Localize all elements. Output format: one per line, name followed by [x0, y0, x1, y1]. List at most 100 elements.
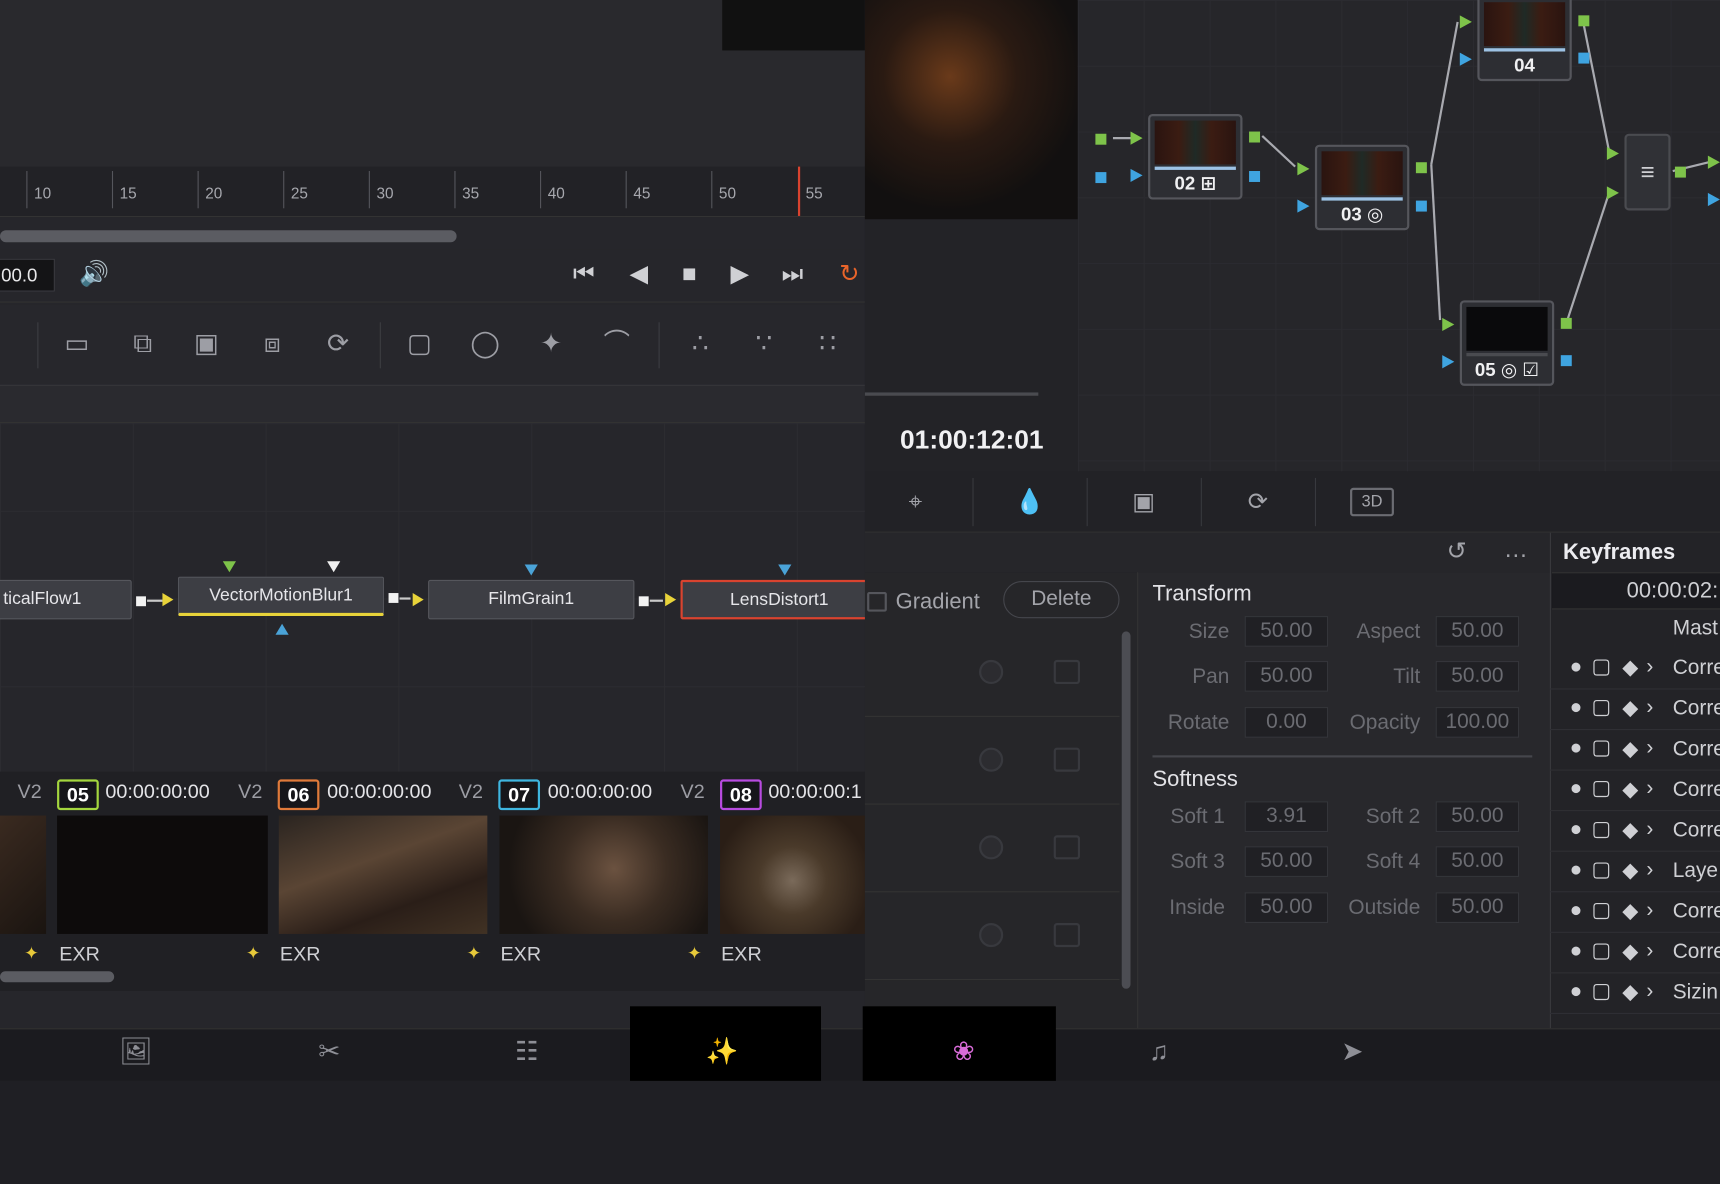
- timeline-scrollbar[interactable]: [0, 230, 457, 243]
- clip-thumbnail[interactable]: [57, 815, 268, 934]
- keyframe-row[interactable]: ● ▢ ◆ › Corre: [1549, 892, 1720, 933]
- color-node-04[interactable]: 04: [1477, 0, 1572, 82]
- enable-dot-icon[interactable]: ●: [1570, 656, 1583, 680]
- blur-icon[interactable]: 💧: [1008, 482, 1052, 521]
- edit-page-icon[interactable]: ☷: [507, 1033, 547, 1072]
- param-value[interactable]: 50.00: [1244, 846, 1329, 877]
- lock-icon[interactable]: ▢: [1592, 857, 1612, 882]
- lock-icon[interactable]: ▢: [1592, 817, 1612, 842]
- stop-icon[interactable]: ■: [670, 254, 710, 293]
- expand-icon[interactable]: ›: [1646, 656, 1653, 680]
- rectangle-mask-icon[interactable]: ▢: [400, 324, 440, 363]
- param-value[interactable]: 3.91: [1244, 801, 1329, 833]
- color-node-05[interactable]: 05 ◎ ☑: [1459, 300, 1555, 386]
- expand-icon[interactable]: ›: [1646, 818, 1653, 842]
- expand-icon[interactable]: ›: [1646, 939, 1653, 963]
- go-to-end-icon[interactable]: ⏭: [773, 254, 813, 293]
- keyframe-diamond-icon[interactable]: ◆: [1622, 939, 1638, 964]
- key-icon[interactable]: ▣: [1122, 482, 1166, 521]
- volume-icon[interactable]: 🔊: [75, 254, 115, 293]
- expand-icon[interactable]: ›: [1646, 737, 1653, 761]
- clip-thumbnail[interactable]: [0, 815, 47, 934]
- layer-mixer-node[interactable]: ≡: [1624, 133, 1671, 211]
- keyframe-diamond-icon[interactable]: ◆: [1622, 818, 1638, 843]
- enable-dot-icon[interactable]: ●: [1570, 939, 1583, 963]
- time-ruler[interactable]: 10 15 20 25 30 35 40 45 50 55: [0, 166, 865, 218]
- keyframe-row[interactable]: ● ▢ ◆ › Corre: [1549, 811, 1720, 852]
- param-value[interactable]: 100.00: [1435, 707, 1520, 738]
- param-value[interactable]: 50.00: [1435, 801, 1520, 833]
- transform-tool-icon[interactable]: ⟳: [318, 324, 358, 363]
- keyframe-diamond-icon[interactable]: ◆: [1622, 737, 1638, 762]
- particle-style-icon[interactable]: ∷: [808, 324, 848, 363]
- enable-dot-icon[interactable]: ●: [1570, 818, 1583, 842]
- polygon-mask-icon[interactable]: ✦: [531, 324, 571, 363]
- color-node-03[interactable]: 03 ◎: [1314, 144, 1410, 231]
- merge-tool-icon[interactable]: ⧉: [123, 324, 163, 363]
- particle-emitter-icon[interactable]: ∴: [681, 324, 721, 363]
- enable-dot-icon[interactable]: ●: [1570, 696, 1583, 720]
- lock-icon[interactable]: ▢: [1592, 736, 1612, 761]
- expand-icon[interactable]: ›: [1646, 899, 1653, 923]
- param-value[interactable]: 50.00: [1435, 616, 1520, 647]
- expand-icon[interactable]: ›: [1646, 980, 1653, 1004]
- keyframe-row[interactable]: ● ▢ ◆ › Laye: [1549, 852, 1720, 893]
- keyframe-row[interactable]: ● ▢ ◆ › Corre: [1549, 730, 1720, 771]
- enable-dot-icon[interactable]: ●: [1570, 899, 1583, 923]
- playhead[interactable]: [797, 166, 801, 216]
- param-value[interactable]: 0.00: [1244, 707, 1329, 738]
- lock-icon[interactable]: ▢: [1592, 898, 1612, 923]
- 3d-icon[interactable]: 3D: [1350, 487, 1394, 517]
- param-value[interactable]: 50.00: [1435, 661, 1520, 692]
- lock-icon[interactable]: ▢: [1592, 979, 1612, 1004]
- reset-icon[interactable]: ↺: [1447, 537, 1467, 566]
- clip-thumbnail[interactable]: [278, 815, 488, 934]
- color-corrector-tool-icon[interactable]: ▣: [187, 324, 227, 363]
- enable-dot-icon[interactable]: ●: [1570, 980, 1583, 1004]
- keyframe-row[interactable]: ● ▢ ◆ › Corre: [1549, 771, 1720, 812]
- window-list-scrollbar[interactable]: [1121, 631, 1131, 989]
- cut-page-icon[interactable]: ✂: [310, 1033, 350, 1072]
- enable-dot-icon[interactable]: ●: [1570, 737, 1583, 761]
- node-lensdistort[interactable]: LensDistort1: [680, 579, 879, 620]
- clip-scrollbar[interactable]: [0, 971, 115, 983]
- current-time-field[interactable]: 00.0: [0, 258, 55, 292]
- param-value[interactable]: 50.00: [1435, 846, 1520, 877]
- node-filmgrain[interactable]: FilmGrain1: [428, 579, 635, 620]
- color-page-icon[interactable]: ❀: [944, 1033, 984, 1072]
- go-to-start-icon[interactable]: ⏮: [564, 254, 604, 293]
- play-icon[interactable]: ▶: [720, 254, 760, 293]
- gradient-checkbox[interactable]: [867, 591, 887, 612]
- bspline-mask-icon[interactable]: ⌒: [597, 324, 637, 363]
- expand-icon[interactable]: ›: [1646, 696, 1653, 720]
- lock-icon[interactable]: ▢: [1592, 776, 1612, 801]
- keyframe-row[interactable]: ● ▢ ◆ › Corre: [1549, 690, 1720, 731]
- loop-icon[interactable]: ↻: [830, 254, 870, 293]
- param-value[interactable]: 50.00: [1244, 661, 1329, 692]
- keyframe-diamond-icon[interactable]: ◆: [1622, 858, 1638, 883]
- keyframe-diamond-icon[interactable]: ◆: [1622, 656, 1638, 681]
- lock-icon[interactable]: ▢: [1592, 938, 1612, 963]
- sizing-icon[interactable]: ⟳: [1236, 482, 1280, 521]
- keyframe-diamond-icon[interactable]: ◆: [1622, 899, 1638, 924]
- delete-button[interactable]: Delete: [1003, 580, 1120, 619]
- ellipse-mask-icon[interactable]: ◯: [465, 324, 505, 363]
- more-options-icon[interactable]: …: [1504, 535, 1528, 564]
- fairlight-page-icon[interactable]: ♫: [1139, 1033, 1179, 1072]
- color-node-02[interactable]: 02 ⊞: [1148, 114, 1243, 200]
- enable-dot-icon[interactable]: ●: [1570, 858, 1583, 882]
- param-value[interactable]: 50.00: [1244, 616, 1329, 647]
- param-value[interactable]: 50.00: [1435, 892, 1520, 924]
- keyframe-row[interactable]: ● ▢ ◆ › Sizin: [1549, 973, 1720, 1014]
- play-reverse-icon[interactable]: ◀: [619, 254, 659, 293]
- background-tool-icon[interactable]: ▭: [57, 324, 97, 363]
- keyframe-row[interactable]: ● ▢ ◆ › Corre: [1549, 933, 1720, 974]
- keyframe-diamond-icon[interactable]: ◆: [1622, 980, 1638, 1005]
- media-page-icon[interactable]: 🖼: [116, 1033, 156, 1072]
- node-vectormotionblur[interactable]: VectorMotionBlur1: [177, 576, 385, 617]
- clip-thumbnail[interactable]: [720, 815, 865, 934]
- expand-icon[interactable]: ›: [1646, 777, 1653, 801]
- expand-icon[interactable]: ›: [1646, 858, 1653, 882]
- particle-render-icon[interactable]: ∵: [744, 324, 784, 363]
- lock-icon[interactable]: ▢: [1592, 695, 1612, 720]
